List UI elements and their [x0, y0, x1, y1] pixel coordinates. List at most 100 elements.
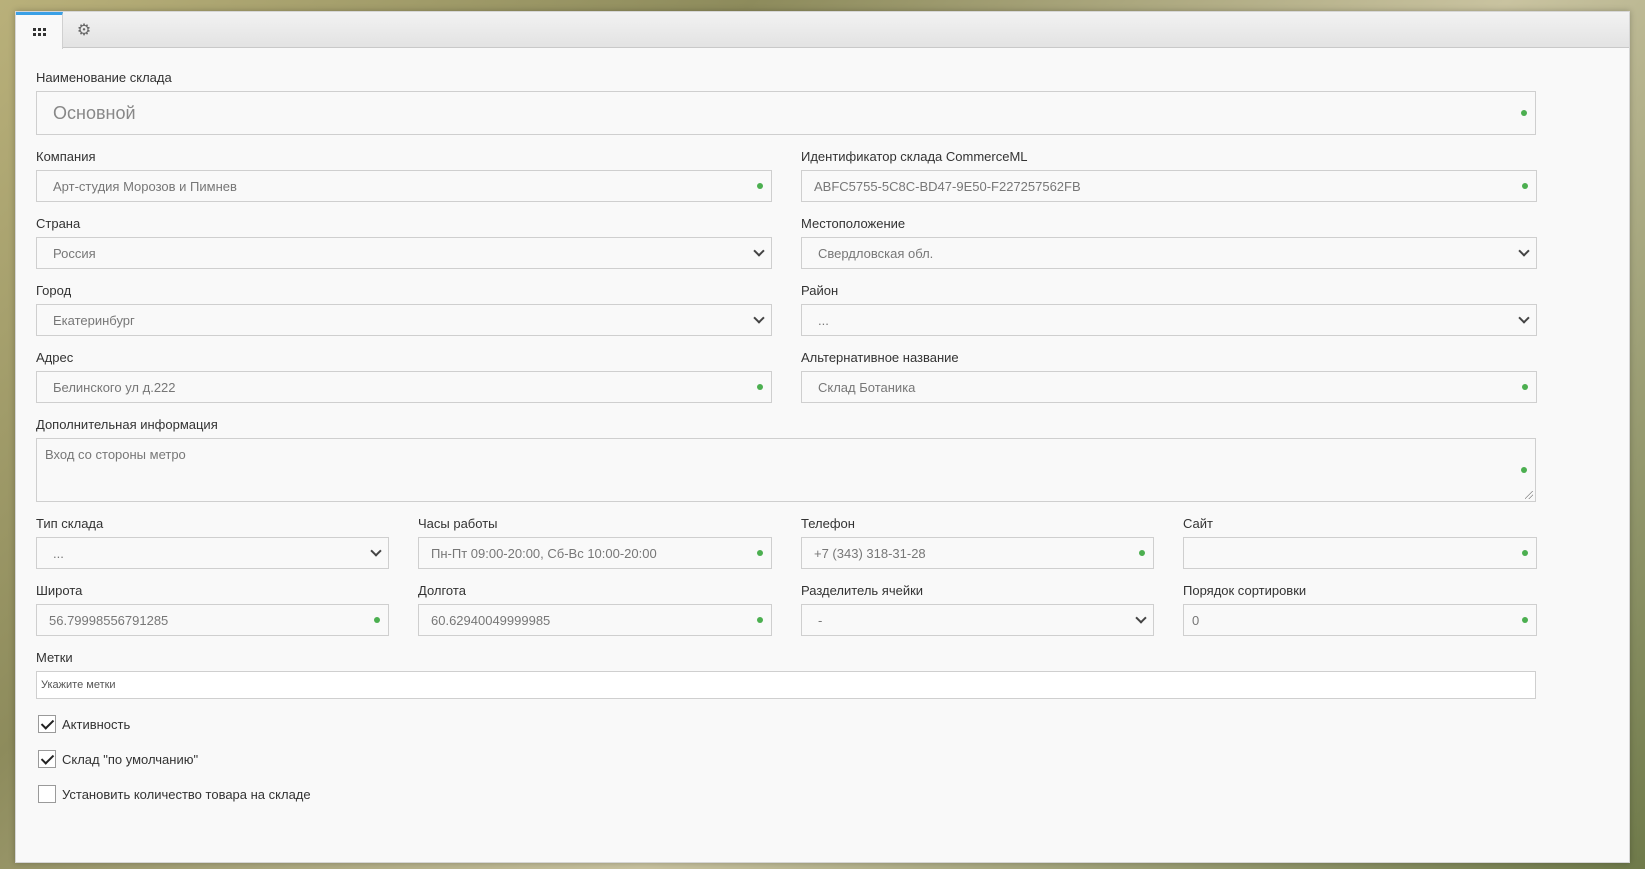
location-group: Местоположение Свердловская обл. — [801, 216, 1537, 270]
location-value: Свердловская обл. — [818, 245, 934, 261]
extra-info-textarea[interactable]: Вход со стороны метро — [36, 438, 1536, 502]
tab-bar: ⚙ — [16, 12, 1629, 49]
default-checkbox-row[interactable]: Склад "по умолчанию" — [38, 750, 198, 768]
longitude-group: Долгота 60.62940049999985 — [418, 583, 772, 637]
sort-order-input[interactable]: 0 — [1183, 604, 1537, 636]
active-checkbox[interactable] — [38, 715, 56, 733]
alt-name-value: Склад Ботаника — [818, 379, 916, 395]
extra-info-value: Вход со стороны метро — [45, 447, 186, 462]
grid-icon — [32, 28, 46, 36]
latitude-value: 56.79998556791285 — [49, 612, 169, 628]
address-input[interactable]: Белинского ул д.222 — [36, 371, 772, 403]
alt-name-label: Альтернативное название — [801, 350, 959, 365]
set-quantity-checkbox-label: Установить количество товара на складе — [62, 786, 311, 802]
commerceml-id-input[interactable]: ABFC5755-5C8C-BD47-9E50-F227257562FB — [801, 170, 1537, 202]
set-quantity-checkbox[interactable] — [38, 785, 56, 803]
cell-separator-select[interactable]: - — [801, 604, 1154, 636]
hours-label: Часы работы — [418, 516, 498, 531]
status-dot-icon — [1521, 467, 1527, 473]
commerceml-id-value: ABFC5755-5C8C-BD47-9E50-F227257562FB — [814, 178, 1081, 194]
warehouse-type-group: Тип склада ... — [36, 516, 389, 570]
set-quantity-checkbox-row[interactable]: Установить количество товара на складе — [38, 785, 311, 803]
status-dot-icon — [1522, 384, 1528, 390]
site-input[interactable] — [1183, 537, 1537, 569]
warehouse-type-value: ... — [53, 545, 64, 561]
sort-order-label: Порядок сортировки — [1183, 583, 1307, 598]
company-value: Арт-студия Морозов и Пимнев — [53, 178, 237, 194]
alt-name-input[interactable]: Склад Ботаника — [801, 371, 1537, 403]
warehouse-name-group: Наименование склада Основной — [36, 70, 1536, 136]
warehouse-type-select[interactable]: ... — [36, 537, 389, 569]
address-label: Адрес — [36, 350, 74, 365]
cell-separator-group: Разделитель ячейки - — [801, 583, 1154, 637]
country-label: Страна — [36, 216, 81, 231]
tab-main[interactable] — [16, 12, 63, 49]
company-group: Компания Арт-студия Морозов и Пимнев — [36, 149, 772, 203]
longitude-input[interactable]: 60.62940049999985 — [418, 604, 772, 636]
warehouse-name-label: Наименование склада — [36, 70, 172, 85]
cell-separator-value: - — [818, 612, 823, 628]
resize-grip-icon[interactable] — [1525, 491, 1533, 499]
warehouse-edit-window: ⚙ Наименование склада Основной Компания … — [15, 11, 1630, 863]
tags-group: Метки Укажите метки — [36, 650, 1536, 702]
site-label: Сайт — [1183, 516, 1213, 531]
latitude-label: Широта — [36, 583, 83, 598]
longitude-label: Долгота — [418, 583, 466, 598]
default-checkbox-label: Склад "по умолчанию" — [62, 751, 199, 767]
warehouse-name-input[interactable]: Основной — [36, 91, 1536, 135]
commerceml-id-group: Идентификатор склада CommerceML ABFC5755… — [801, 149, 1537, 203]
active-checkbox-row[interactable]: Активность — [38, 715, 130, 733]
status-dot-icon — [757, 384, 763, 390]
country-select[interactable]: Россия — [36, 237, 772, 269]
chevron-down-icon — [1518, 312, 1530, 324]
site-group: Сайт — [1183, 516, 1537, 570]
sort-order-value: 0 — [1192, 612, 1200, 628]
chevron-down-icon — [1135, 612, 1147, 624]
tab-settings[interactable]: ⚙ — [64, 12, 104, 48]
gear-icon: ⚙ — [76, 20, 92, 39]
district-label: Район — [801, 283, 839, 298]
district-select[interactable]: ... — [801, 304, 1537, 336]
chevron-down-icon — [1518, 245, 1530, 257]
tags-placeholder: Укажите метки — [41, 679, 116, 691]
longitude-value: 60.62940049999985 — [431, 612, 551, 628]
hours-input[interactable]: Пн-Пт 09:00-20:00, Сб-Вс 10:00-20:00 — [418, 537, 772, 569]
commerceml-id-label: Идентификатор склада CommerceML — [801, 149, 1028, 164]
status-dot-icon — [374, 617, 380, 623]
tags-input[interactable]: Укажите метки — [36, 671, 1536, 699]
location-select[interactable]: Свердловская обл. — [801, 237, 1537, 269]
status-dot-icon — [1521, 110, 1527, 116]
latitude-input[interactable]: 56.79998556791285 — [36, 604, 389, 636]
extra-info-group: Дополнительная информация Вход со сторон… — [36, 417, 1536, 503]
phone-value: +7 (343) 318-31-28 — [814, 545, 926, 561]
chevron-down-icon — [370, 545, 382, 557]
company-input[interactable]: Арт-студия Морозов и Пимнев — [36, 170, 772, 202]
chevron-down-icon — [753, 312, 765, 324]
default-checkbox[interactable] — [38, 750, 56, 768]
country-value: Россия — [53, 245, 96, 261]
status-dot-icon — [757, 183, 763, 189]
status-dot-icon — [1522, 617, 1528, 623]
company-label: Компания — [36, 149, 96, 164]
status-dot-icon — [757, 550, 763, 556]
city-select[interactable]: Екатеринбург — [36, 304, 772, 336]
warehouse-type-label: Тип склада — [36, 516, 104, 531]
cell-separator-label: Разделитель ячейки — [801, 583, 924, 598]
chevron-down-icon — [753, 245, 765, 257]
alt-name-group: Альтернативное название Склад Ботаника — [801, 350, 1537, 404]
active-checkbox-label: Активность — [62, 716, 131, 732]
address-value: Белинского ул д.222 — [53, 379, 176, 395]
latitude-group: Широта 56.79998556791285 — [36, 583, 389, 637]
warehouse-name-value: Основной — [53, 102, 136, 123]
status-dot-icon — [1522, 183, 1528, 189]
hours-group: Часы работы Пн-Пт 09:00-20:00, Сб-Вс 10:… — [418, 516, 772, 570]
phone-input[interactable]: +7 (343) 318-31-28 — [801, 537, 1154, 569]
extra-info-label: Дополнительная информация — [36, 417, 218, 432]
city-label: Город — [36, 283, 72, 298]
city-group: Город Екатеринбург — [36, 283, 772, 337]
country-group: Страна Россия — [36, 216, 772, 270]
status-dot-icon — [757, 617, 763, 623]
phone-group: Телефон +7 (343) 318-31-28 — [801, 516, 1154, 570]
hours-value: Пн-Пт 09:00-20:00, Сб-Вс 10:00-20:00 — [431, 545, 657, 561]
tags-label: Метки — [36, 650, 73, 665]
